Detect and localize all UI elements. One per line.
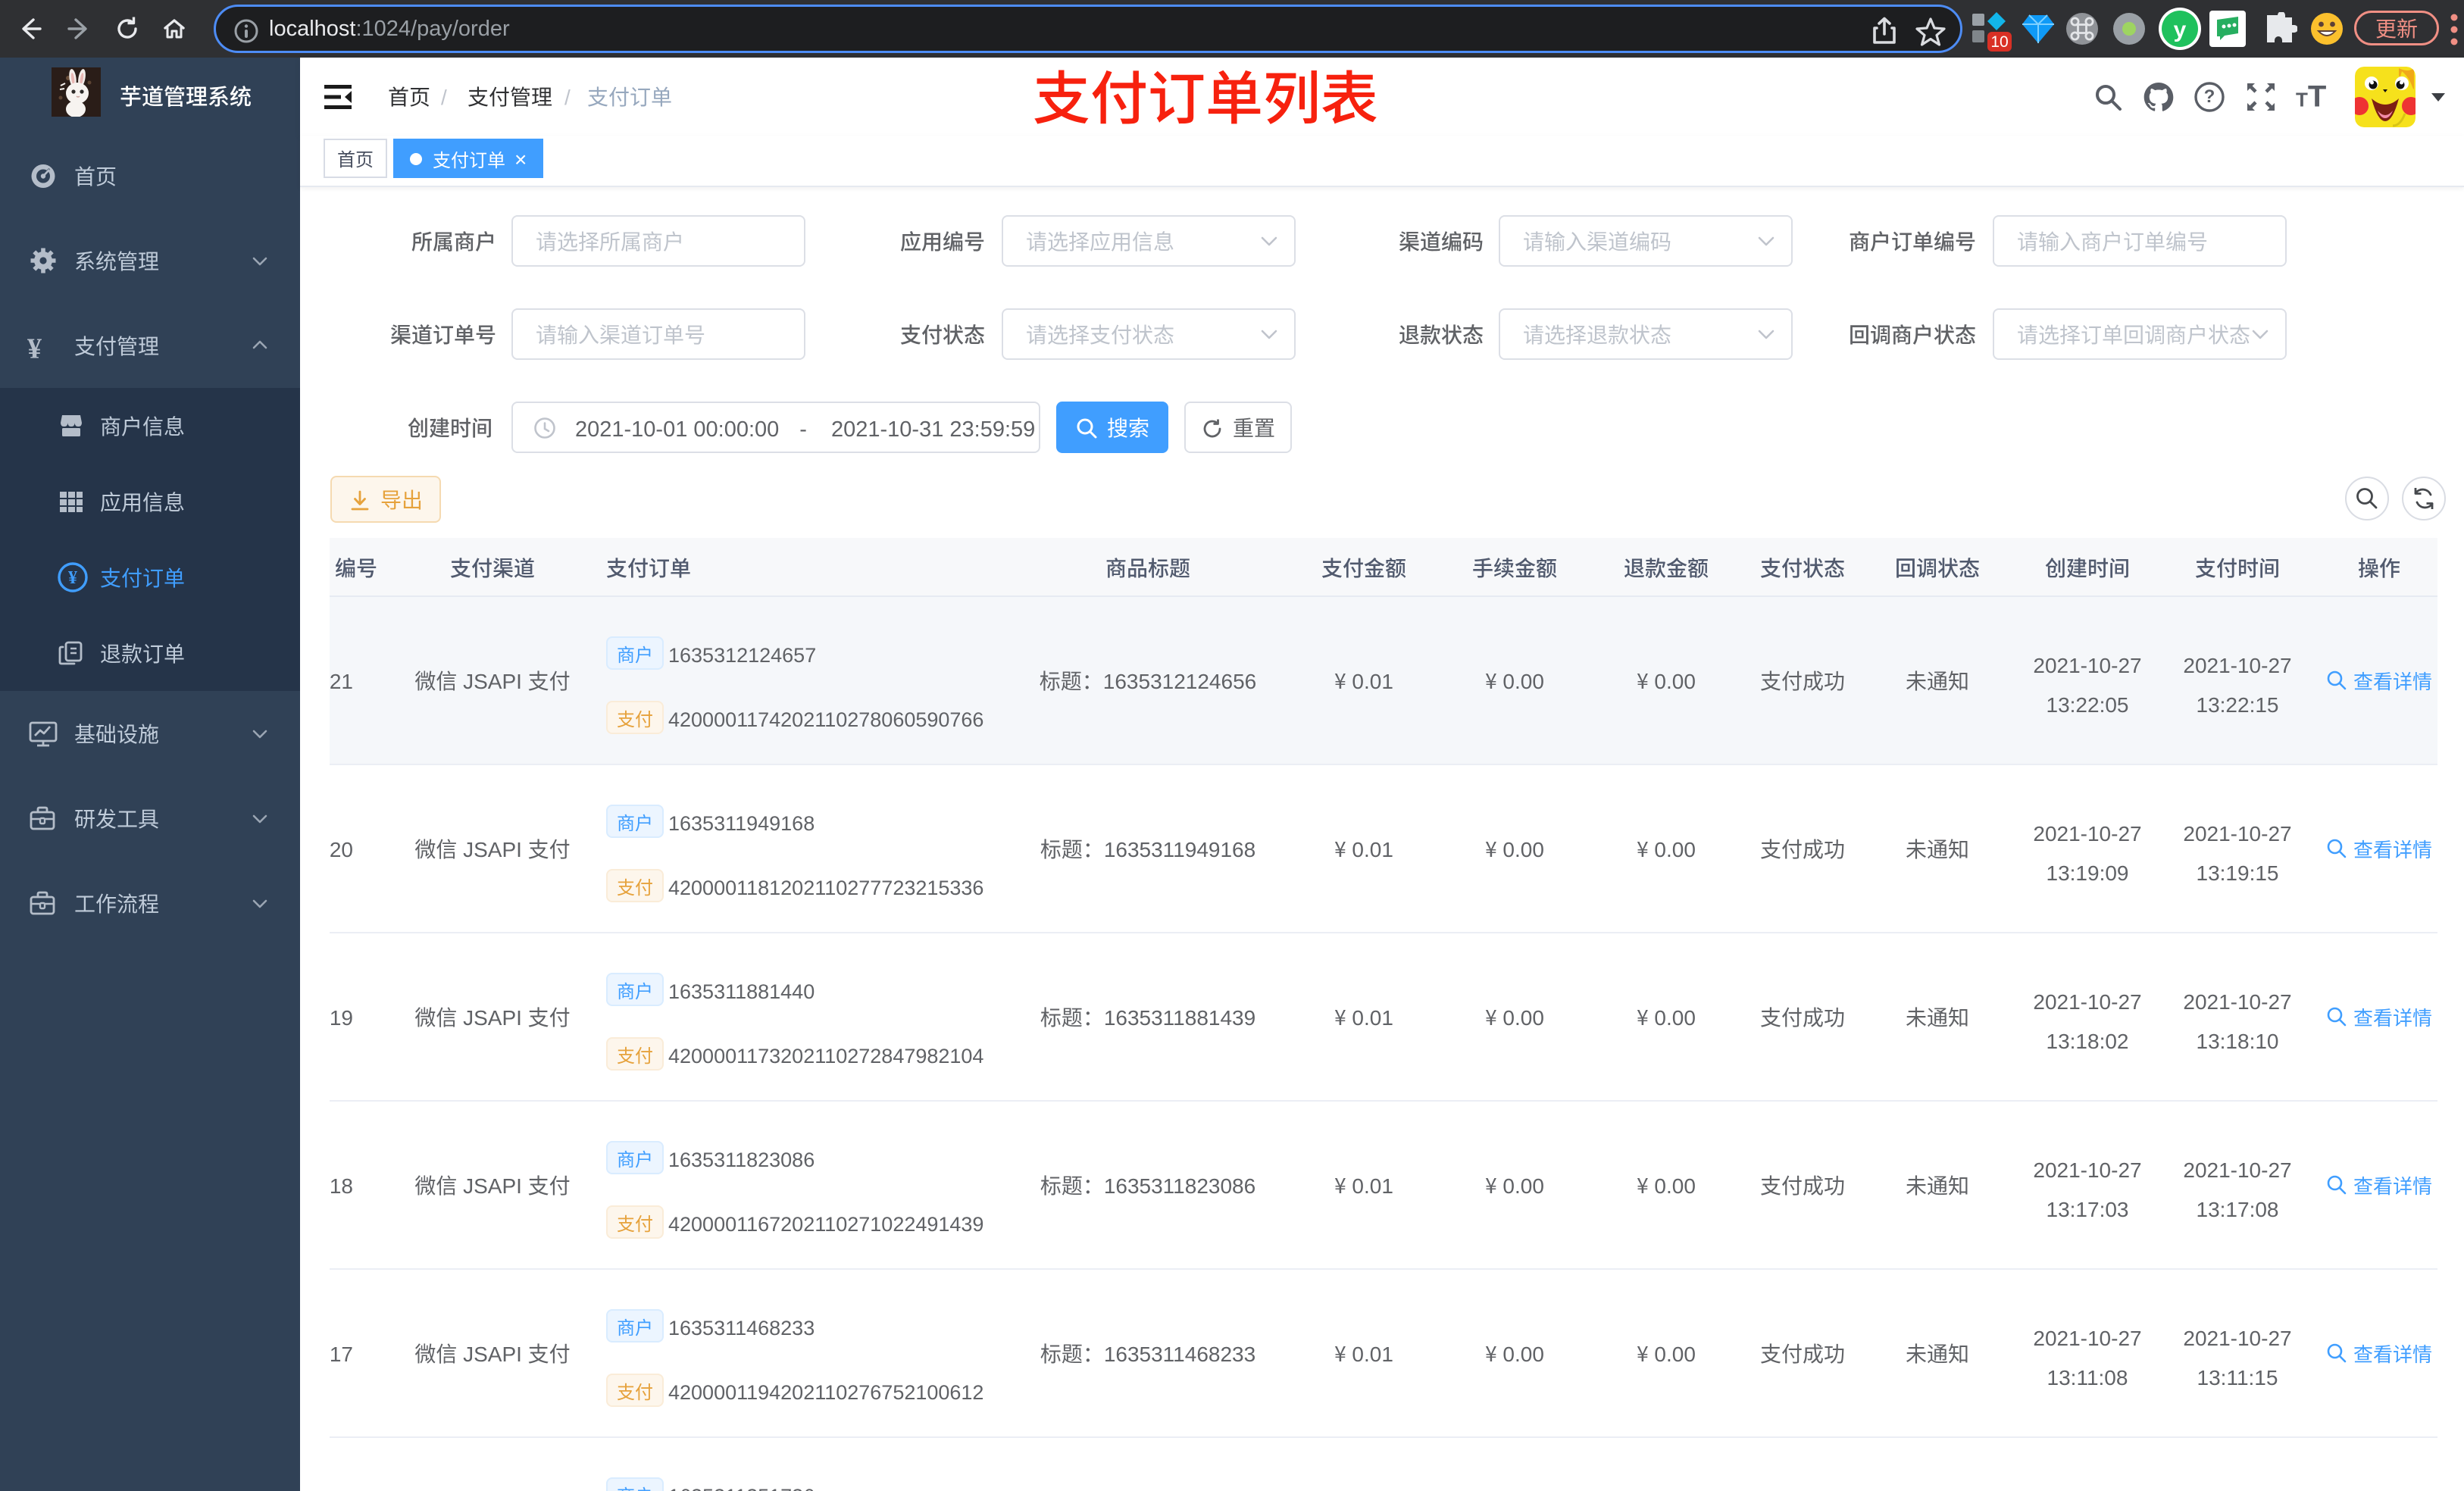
svg-text:?: ?	[2204, 86, 2215, 107]
svg-text:y: y	[2174, 17, 2187, 42]
svg-text:10: 10	[1990, 33, 2008, 51]
svg-text:¥: ¥	[68, 562, 77, 589]
